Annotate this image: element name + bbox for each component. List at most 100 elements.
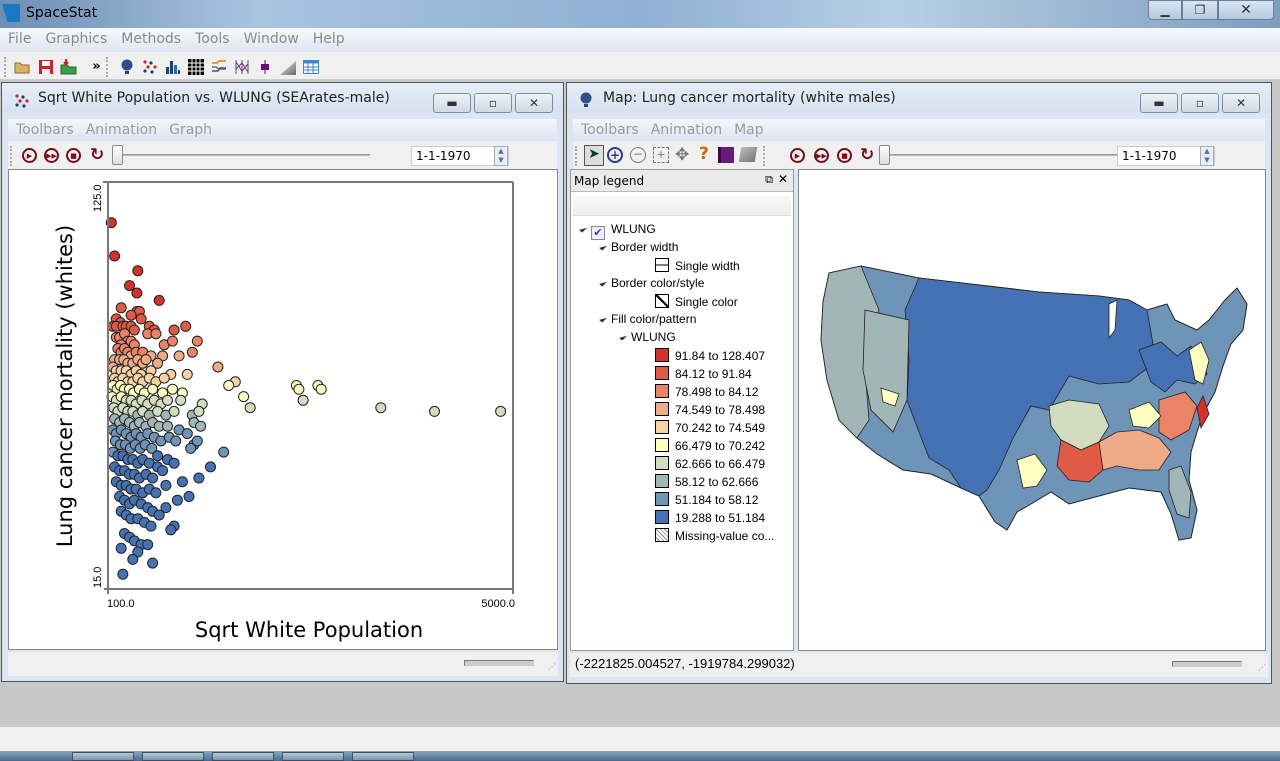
us-choropleth-map[interactable]	[799, 170, 1265, 650]
scatter-point[interactable]	[176, 476, 188, 488]
fast-forward-icon[interactable]: ▶▶	[814, 148, 829, 163]
help-icon[interactable]: ?	[699, 144, 709, 164]
legend-fill-row[interactable]: Fill color/pattern	[599, 312, 696, 326]
menu-toolbars[interactable]: Toolbars	[16, 119, 74, 138]
import-icon[interactable]	[60, 58, 77, 75]
scatter-point[interactable]	[223, 380, 235, 391]
resize-grip[interactable]: ⋰	[544, 662, 556, 674]
book-icon[interactable]	[718, 147, 734, 163]
menu-map[interactable]: Map	[734, 119, 764, 138]
scatter-point[interactable]	[193, 405, 205, 417]
scatter-point[interactable]	[153, 294, 165, 306]
scatter-point[interactable]	[147, 472, 159, 484]
map-globe-icon[interactable]	[118, 58, 135, 75]
heatmap-grid-icon[interactable]	[187, 58, 204, 75]
taskbar-button[interactable]	[282, 752, 344, 761]
scatter-minimize-button[interactable]: ▬	[433, 93, 471, 113]
scatter-point[interactable]	[171, 494, 183, 506]
legend-class-row[interactable]: 19.288 to 51.184	[655, 510, 765, 525]
scatter-point[interactable]	[375, 402, 387, 414]
zoom-in-icon[interactable]: +	[607, 147, 623, 163]
scatter-point[interactable]	[142, 539, 154, 551]
scatter-point[interactable]	[158, 372, 170, 384]
zoom-out-icon[interactable]: −	[630, 147, 646, 163]
legend-single-width-row[interactable]: Single width	[655, 258, 740, 273]
legend-close-icon[interactable]: ✕	[778, 172, 788, 186]
expand-triangle-icon[interactable]	[599, 278, 608, 287]
scatter-point[interactable]	[135, 313, 147, 325]
menu-toolbars[interactable]: Toolbars	[581, 119, 639, 138]
scatter-point[interactable]	[165, 524, 177, 536]
play-icon[interactable]: ▶	[790, 148, 805, 163]
scatter-point[interactable]	[212, 361, 224, 373]
scatter-point[interactable]	[167, 383, 178, 395]
scatter-point[interactable]	[173, 350, 185, 362]
scatter-point[interactable]	[132, 265, 144, 277]
time-slider-track[interactable]	[114, 154, 370, 156]
scatter-point[interactable]	[180, 320, 192, 332]
legend-class-row[interactable]: 70.242 to 74.549	[655, 420, 765, 435]
scatter-point[interactable]	[162, 394, 173, 406]
scatter-point[interactable]	[160, 479, 172, 491]
scatter-point[interactable]	[153, 509, 165, 521]
scatter-point[interactable]	[109, 250, 121, 262]
menu-help[interactable]: Help	[313, 28, 345, 47]
legend-border-color-row[interactable]: Border color/style	[599, 276, 704, 290]
app-restore-button[interactable]: ❐	[1182, 0, 1218, 20]
toolbar-grip[interactable]	[4, 57, 7, 77]
scatter-point[interactable]	[125, 309, 137, 321]
pan-icon[interactable]: ✥	[675, 145, 689, 165]
expand-triangle-icon[interactable]	[599, 242, 608, 251]
map-close-button[interactable]: ✕	[1222, 93, 1260, 113]
scatter-point[interactable]	[115, 542, 127, 554]
date-spinner[interactable]: ▲ ▼	[494, 146, 508, 166]
legend-class-row[interactable]: 91.84 to 128.407	[655, 348, 765, 363]
scatter-point[interactable]	[145, 520, 157, 532]
legend-border-width-row[interactable]: Border width	[599, 240, 678, 254]
taskbar-button[interactable]	[212, 752, 274, 761]
scatter-close-button[interactable]: ✕	[515, 93, 553, 113]
menu-window[interactable]: Window	[244, 28, 299, 47]
expand-triangle-icon[interactable]	[599, 314, 608, 323]
scatter-point[interactable]	[150, 328, 162, 340]
legend-layer-row[interactable]: ✔ WLUNG	[579, 222, 656, 240]
date-spinner[interactable]: ▲ ▼	[1200, 146, 1214, 166]
scatter-point[interactable]	[175, 394, 187, 406]
resize-grip[interactable]: ⋰	[1254, 663, 1266, 675]
scatter-point[interactable]	[150, 487, 162, 499]
scatter-point[interactable]	[191, 335, 203, 347]
app-close-button[interactable]: ✕	[1218, 0, 1274, 20]
toolbar-grip[interactable]	[106, 57, 109, 77]
save-icon[interactable]	[37, 58, 54, 75]
scatter-point[interactable]	[147, 383, 159, 395]
legend-class-row[interactable]: 84.12 to 91.84	[655, 366, 752, 381]
time-series-icon[interactable]	[210, 58, 227, 75]
scatter-point[interactable]	[315, 383, 327, 395]
scatter-point[interactable]	[170, 435, 182, 447]
fast-forward-icon[interactable]: ▶▶	[44, 148, 59, 163]
scatter-point[interactable]	[193, 472, 205, 484]
scatter-point[interactable]	[168, 324, 180, 336]
layer-visibility-checkbox[interactable]: ✔	[591, 226, 605, 240]
toolbar-grip[interactable]	[10, 146, 13, 166]
scatter-point[interactable]	[218, 446, 230, 458]
app-minimize-button[interactable]: ▁	[1148, 0, 1182, 20]
scatter-maximize-button[interactable]: ▫	[474, 93, 512, 113]
scatter-point[interactable]	[238, 391, 250, 403]
undock-icon[interactable]: ⧉	[765, 173, 773, 187]
expand-triangle-icon[interactable]	[619, 332, 628, 341]
scatter-point[interactable]	[183, 491, 195, 502]
scatter-point[interactable]	[115, 302, 127, 314]
eraser-icon[interactable]	[738, 147, 758, 162]
scatter-point[interactable]	[205, 461, 216, 473]
time-slider-thumb[interactable]	[112, 145, 123, 165]
legend-class-row[interactable]: 58.12 to 62.666	[655, 474, 758, 489]
select-arrow-icon[interactable]: ➤	[584, 145, 604, 166]
legend-single-color-row[interactable]: Single color	[655, 294, 738, 309]
toolbar-overflow-button[interactable]: »	[88, 58, 105, 75]
parallel-coords-icon[interactable]	[233, 58, 250, 75]
legend-fill-variable-row[interactable]: WLUNG	[619, 330, 676, 344]
menu-file[interactable]: File	[8, 28, 31, 47]
toolbar-grip[interactable]	[575, 146, 578, 166]
legend-class-row[interactable]: 66.479 to 70.242	[655, 438, 765, 453]
